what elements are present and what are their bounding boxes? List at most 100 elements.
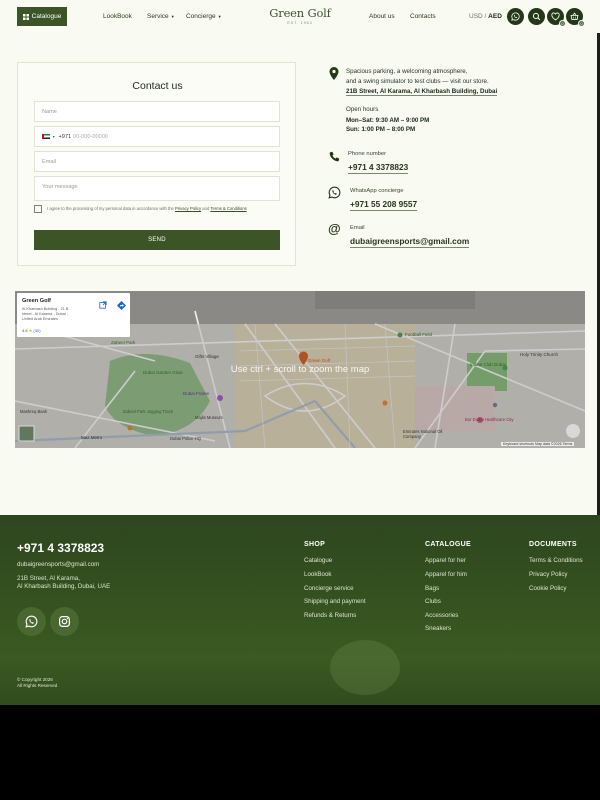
map-label-dubai-frame: Dubai Frame: [183, 391, 210, 396]
whatsapp-link[interactable]: +971 55 208 9557: [350, 199, 418, 211]
footer-shop-title: SHOP: [304, 541, 326, 548]
store-email-link[interactable]: dubaigreensports@gmail.com: [350, 236, 470, 248]
logo-name: Green Golf: [269, 6, 331, 20]
nav-lookbook-label: LookBook: [103, 13, 132, 20]
site-footer: +971 4 3378823 dubaigreensports@gmail.co…: [0, 515, 600, 705]
footer-link-bags[interactable]: Bags: [425, 585, 439, 592]
catalogue-button[interactable]: Catalogue: [17, 7, 67, 26]
footer-link-privacy[interactable]: Privacy Policy: [529, 571, 568, 578]
map-label-zabeel-park: Zabeel Park: [111, 340, 136, 345]
basket-count-badge: 0: [578, 20, 585, 27]
instagram-icon: [59, 616, 70, 627]
terms-link[interactable]: Terms & Conditions: [210, 206, 246, 211]
footer-link-clubs[interactable]: Clubs: [425, 598, 441, 605]
email-placeholder: Email: [42, 158, 56, 165]
footer-phone-link[interactable]: +971 4 3378823: [17, 541, 104, 555]
open-in-maps-icon[interactable]: [99, 301, 107, 309]
whatsapp-icon: [328, 186, 341, 199]
email-input[interactable]: Email: [34, 151, 280, 172]
nav-concierge[interactable]: Concierge ▼: [186, 13, 222, 20]
map-label-police-hq: Dubai Police HQ: [170, 436, 201, 441]
agree-checkbox[interactable]: [34, 205, 42, 213]
golf-ball-decoration: [330, 640, 400, 695]
footer-link-refunds[interactable]: Refunds & Returns: [304, 612, 356, 619]
privacy-policy-link[interactable]: Privacy Policy: [175, 206, 201, 211]
map-rating: 4.6 ★ (30): [22, 328, 41, 333]
contact-form-title: Contact us: [132, 80, 183, 92]
directions-icon[interactable]: [117, 301, 126, 310]
store-description: Spacious parking, a welcoming atmosphere…: [346, 67, 489, 86]
footer-link-concierge[interactable]: Concierge service: [304, 585, 354, 592]
phone-label: Phone number: [348, 151, 387, 157]
phone-code: +971: [58, 133, 72, 140]
hours-sunday-text: Sun: 1:00 PM – 8:00 PM: [346, 126, 416, 133]
footer-link-terms[interactable]: Terms & Conditions: [529, 557, 583, 564]
footer-instagram-button[interactable]: [50, 607, 79, 636]
footer-whatsapp-button[interactable]: [17, 607, 46, 636]
send-button[interactable]: SEND: [34, 230, 280, 250]
agree-sentence: I agree to the processing of my personal…: [47, 206, 174, 211]
phone-icon: [329, 151, 340, 162]
and-text: and: [202, 206, 210, 211]
hours-weekdays-text: Mon–Sat: 9:30 AM – 9:00 PM: [346, 117, 430, 124]
hours-title: Open hours: [346, 106, 379, 113]
basket-button[interactable]: 0: [566, 8, 585, 27]
map-review-count[interactable]: (30): [33, 328, 40, 333]
store-description-line-1: Spacious parking, a welcoming atmosphere…: [346, 68, 468, 75]
currency-usd[interactable]: USD: [469, 13, 483, 20]
message-placeholder: Your message: [42, 184, 78, 190]
nav-contacts[interactable]: Contacts: [410, 13, 436, 20]
map-label-mashreq: Mashreq Bank: [20, 409, 47, 414]
footer-link-lookbook[interactable]: LookBook: [304, 571, 332, 578]
map-label-football-field: Football Field: [405, 332, 433, 337]
phone-placeholder: 00-000-00000: [73, 133, 108, 140]
currency-switcher[interactable]: USD / AED: [469, 13, 502, 20]
copyright-line-2: All Rights Reserved: [17, 683, 58, 688]
whatsapp-button[interactable]: [507, 8, 524, 25]
footer-link-apparel-him[interactable]: Apparel for him: [425, 571, 467, 578]
footer-address-line-2: Al Kharbash Building, Dubai, UAE: [17, 583, 111, 590]
name-placeholder: Name: [42, 108, 57, 115]
footer-documents-title: DOCUMENTS: [529, 541, 577, 548]
phone-input[interactable]: ▼ +971 00-000-00000: [34, 126, 280, 147]
at-sign-icon: @: [328, 221, 341, 236]
footer-link-cookie[interactable]: Cookie Policy: [529, 585, 567, 592]
nav-service[interactable]: Service ▼: [147, 13, 175, 20]
heart-icon: [551, 12, 560, 21]
map-pin-label: Green Golf: [308, 358, 331, 363]
footer-copyright: © Copyright 2026 All Rights Reserved: [17, 677, 57, 689]
map-label-majlis-museum: Majlis Museum: [195, 415, 223, 420]
logo-tagline: EST. 1983: [287, 21, 313, 25]
footer-link-sneakers[interactable]: Sneakers: [425, 625, 451, 632]
name-input[interactable]: Name: [34, 101, 280, 122]
footer-email-link[interactable]: dubaigreensports@gmail.com: [17, 561, 99, 568]
map-rating-value: 4.6: [22, 328, 28, 333]
map-label-holy-trinity: Holy Trinity Church: [520, 352, 559, 357]
uae-flag-icon[interactable]: [42, 134, 50, 139]
footer-link-shipping[interactable]: Shipping and payment: [304, 598, 366, 605]
site-logo[interactable]: Green Golf EST. 1983: [268, 6, 332, 25]
map-label-gifts-village: Gifts Village: [195, 354, 219, 359]
map-address-line-3: United Arab Emirates: [22, 317, 58, 321]
footer-link-catalogue[interactable]: Catalogue: [304, 557, 332, 564]
footer-address: 21B Street, Al Karama, Al Kharbash Build…: [17, 575, 110, 591]
wishlist-button[interactable]: 0: [547, 8, 566, 27]
map-zoom-hint: Use ctrl + scroll to zoom the map: [230, 364, 370, 375]
store-address[interactable]: 21B Street, Al Karama, Al Kharbash Build…: [346, 87, 498, 97]
page-body: Catalogue LookBook Service ▼ Concierge ▼…: [0, 0, 600, 515]
map-attribution[interactable]: Keyboard shortcuts Map data ©2026 Terms: [501, 442, 575, 446]
catalogue-button-label: Catalogue: [31, 13, 62, 20]
nav-about[interactable]: About us: [369, 13, 395, 20]
search-button[interactable]: [528, 8, 545, 25]
store-phone-link[interactable]: +971 4 3378823: [348, 162, 409, 174]
email-label: Email: [350, 225, 365, 231]
map-label-enoc: Emirates National Oil Company: [403, 429, 443, 439]
message-textarea[interactable]: Your message: [34, 176, 280, 201]
footer-link-apparel-her[interactable]: Apparel for her: [425, 557, 466, 564]
caret-down-icon: ▼: [217, 14, 222, 19]
store-map[interactable]: Zabeel Park Dubai Garden Glow Dubai Fram…: [15, 291, 585, 448]
currency-aed[interactable]: AED: [488, 13, 502, 20]
footer-link-accessories[interactable]: Accessories: [425, 612, 458, 619]
nav-about-label: About us: [369, 13, 395, 20]
nav-lookbook[interactable]: LookBook: [103, 13, 132, 20]
